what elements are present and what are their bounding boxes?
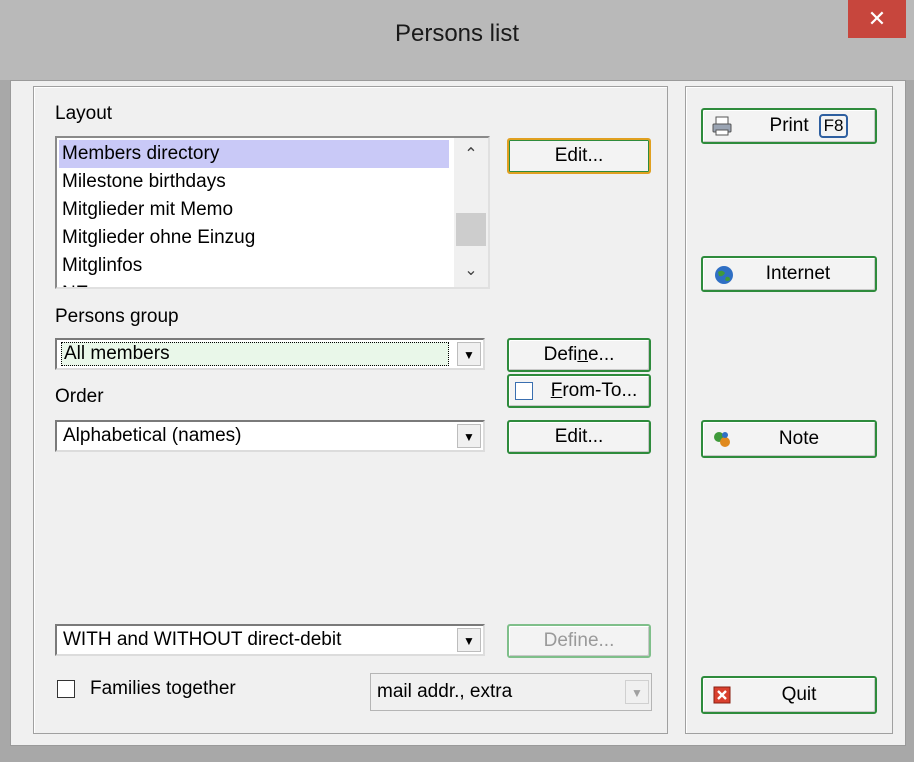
dropdown-arrow-icon[interactable]: ▼: [625, 680, 649, 704]
printer-icon: [712, 116, 732, 136]
layout-edit-button[interactable]: Edit...: [507, 138, 651, 174]
mail-select[interactable]: mail addr., extra ▼: [370, 673, 652, 711]
layout-edit-label: Edit...: [554, 145, 604, 166]
layout-item-mitglieder-ohne-einzug[interactable]: Mitglieder ohne Einzug: [59, 224, 449, 252]
layout-item-mitglinfos[interactable]: Mitglinfos: [59, 252, 449, 280]
quit-label: Quit: [781, 684, 817, 705]
direct-debit-value: WITH and WITHOUT direct-debit: [63, 629, 342, 650]
from-to-checkbox[interactable]: [515, 382, 533, 400]
define-label-pre: Defi: [543, 344, 578, 365]
define-label-mnemonic: n: [577, 344, 588, 365]
families-together-label: Families together: [90, 678, 236, 699]
layout-listbox[interactable]: Members directory Milestone birthdays Mi…: [55, 136, 490, 289]
layout-scrollbar[interactable]: ⌃ ⌄: [454, 138, 488, 287]
internet-label: Internet: [765, 263, 831, 284]
persons-group-label: Persons group: [55, 306, 179, 327]
close-button[interactable]: ✕: [848, 0, 906, 38]
dropdown-arrow-icon[interactable]: ▼: [457, 342, 481, 366]
persons-group-define-button[interactable]: Defi n e...: [507, 338, 651, 372]
print-shortcut-badge: F8: [818, 114, 849, 138]
dropdown-arrow-icon[interactable]: ▼: [457, 424, 481, 448]
order-edit-label: Edit...: [554, 426, 604, 447]
persons-list-window: Persons list ✕ Layout Members directory …: [0, 0, 914, 762]
layout-item-members-directory[interactable]: Members directory: [59, 140, 449, 168]
mail-value: mail addr., extra: [377, 681, 513, 702]
layout-label: Layout: [55, 103, 113, 124]
window-title: Persons list: [394, 20, 520, 47]
scroll-thumb[interactable]: [456, 213, 486, 246]
scroll-up-icon[interactable]: ⌃: [454, 144, 488, 164]
close-icon: ✕: [867, 6, 887, 31]
print-label: Print: [769, 115, 809, 136]
layout-item-mitglieder-mit-memo[interactable]: Mitglieder mit Memo: [59, 196, 449, 224]
persons-group-value: All members: [61, 342, 449, 366]
print-button[interactable]: Print F8: [701, 108, 877, 144]
order-select[interactable]: Alphabetical (names) ▼: [55, 420, 485, 452]
layout-item-milestone-birthdays[interactable]: Milestone birthdays: [59, 168, 449, 196]
title-bar[interactable]: Persons list ✕: [0, 0, 914, 80]
order-edit-button[interactable]: Edit...: [507, 420, 651, 454]
families-together-checkbox[interactable]: [57, 680, 75, 698]
internet-button[interactable]: Internet: [701, 256, 877, 292]
define-label-post: e...: [587, 344, 615, 365]
note-button[interactable]: Note: [701, 420, 877, 458]
layout-item-ne[interactable]: NE: [59, 280, 449, 287]
from-to-mnemonic: F: [550, 380, 563, 401]
quit-button[interactable]: Quit: [701, 676, 877, 714]
order-value: Alphabetical (names): [63, 425, 242, 446]
order-label: Order: [55, 386, 104, 407]
direct-debit-define-label: Define...: [543, 630, 615, 651]
from-to-label: rom-To...: [562, 380, 638, 401]
direct-debit-select[interactable]: WITH and WITHOUT direct-debit ▼: [55, 624, 485, 656]
actions-panel: [685, 86, 893, 734]
from-to-button[interactable]: From-To...: [507, 374, 651, 408]
note-label: Note: [778, 428, 820, 449]
scroll-down-icon[interactable]: ⌄: [454, 260, 488, 280]
persons-group-select[interactable]: All members ▼: [55, 338, 485, 370]
direct-debit-define-button[interactable]: Define...: [507, 624, 651, 658]
dropdown-arrow-icon[interactable]: ▼: [457, 628, 481, 652]
